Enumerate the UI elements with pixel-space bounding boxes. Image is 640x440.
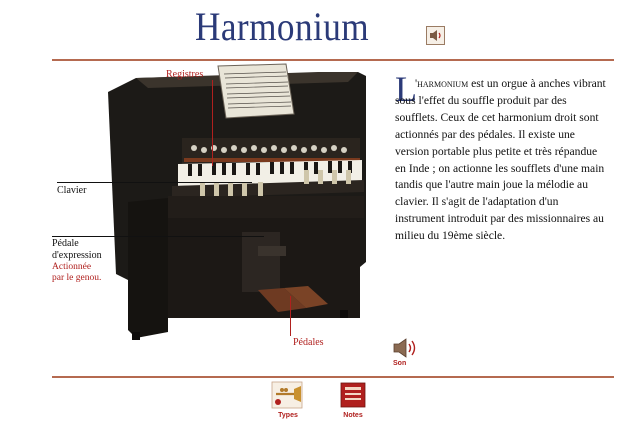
body-text: 'harmonium est un orgue à anches vibrant…: [395, 76, 610, 245]
callout-pedale-expression-line: [52, 236, 264, 237]
notes-book-icon: [340, 382, 366, 408]
callout-pedale-expression-label: Pédale: [52, 238, 79, 249]
speaker-icon: [430, 30, 441, 41]
types-button[interactable]: Types: [268, 380, 308, 426]
types-label: Types: [278, 412, 298, 419]
son-label: Son: [393, 360, 407, 367]
body-text-rest: est un orgue à anches vibrant sous l'eff…: [395, 77, 606, 243]
top-divider: [52, 59, 614, 61]
callout-registres: Registres: [166, 69, 204, 80]
bottom-divider: [52, 376, 614, 378]
callout-pedales: Pédales: [293, 337, 324, 348]
callout-clavier-line: [57, 182, 252, 183]
notes-label: Notes: [343, 412, 363, 419]
callout-clavier: Clavier: [57, 185, 87, 196]
trumpet-icon: [271, 381, 303, 409]
speaker-icon: [393, 338, 416, 358]
callout-pedales-line: [290, 296, 291, 336]
callout-registres-line: [212, 80, 213, 166]
body-text-smallcaps: 'harmonium: [415, 77, 469, 90]
title-sound-button[interactable]: [426, 26, 445, 45]
callout-pedale-expression-note: Actionnée: [52, 262, 92, 272]
notes-button[interactable]: Notes: [333, 380, 373, 426]
harmonium-illustration: [108, 63, 366, 340]
callout-pedale-expression-note-2: par le genou.: [52, 273, 102, 283]
page-title: Harmonium: [195, 4, 370, 49]
callout-pedale-expression-label-2: d'expression: [52, 250, 102, 261]
